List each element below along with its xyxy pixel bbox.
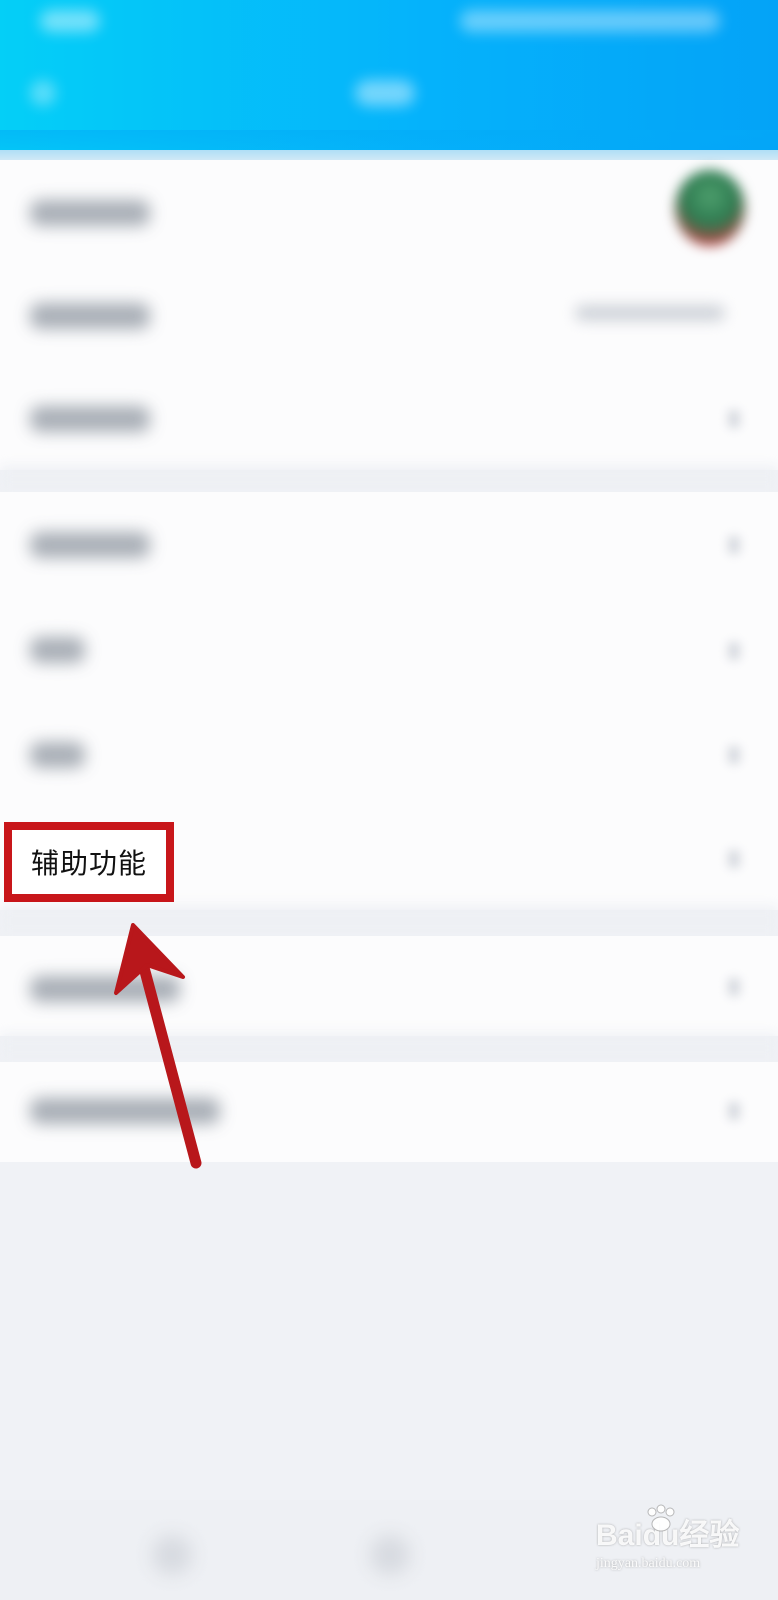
watermark-brand-right: 经验 xyxy=(679,1519,740,1552)
annotation-arrow-icon xyxy=(114,923,202,1169)
baidu-watermark: Baidu经验 jingyan.baidu.com xyxy=(596,1504,746,1588)
tab-icon-2[interactable] xyxy=(370,1535,410,1575)
watermark-url: jingyan.baidu.com xyxy=(596,1556,701,1571)
watermark-brand-left: Bai xyxy=(596,1519,643,1552)
paw-icon xyxy=(647,1504,675,1532)
tab-icon-1[interactable] xyxy=(152,1535,192,1575)
